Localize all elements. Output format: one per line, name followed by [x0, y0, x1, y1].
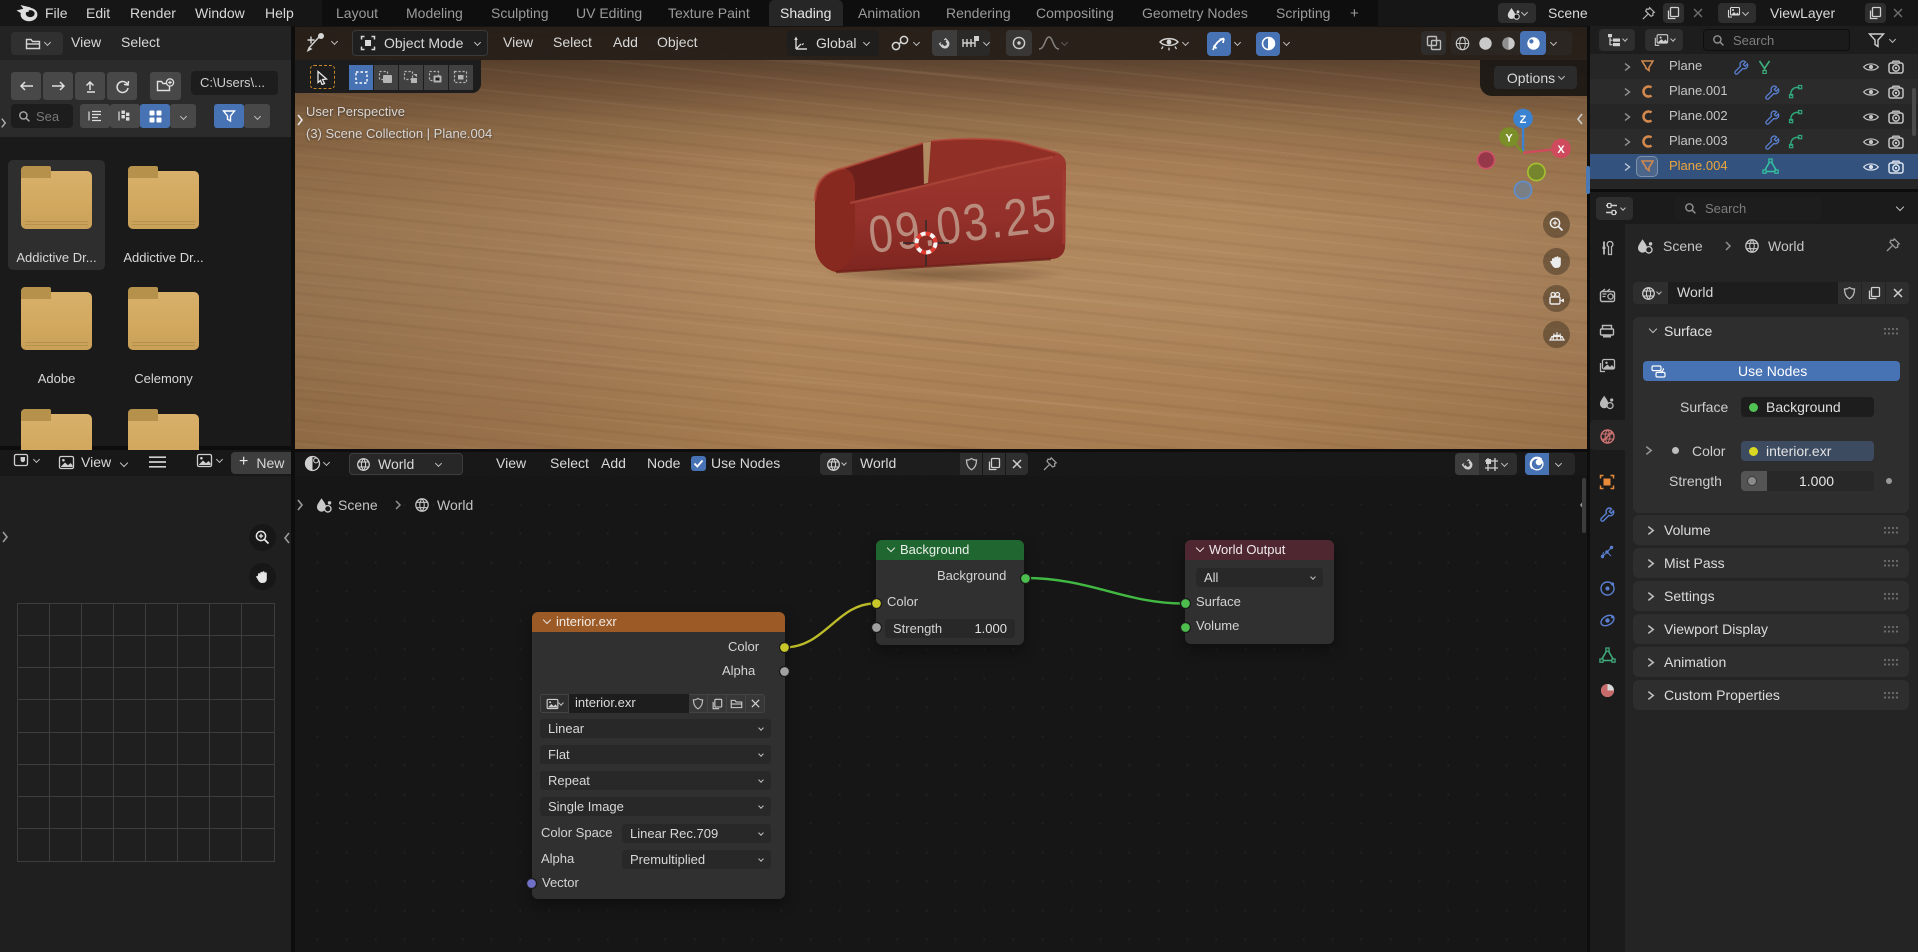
svg-text:X: X: [1557, 144, 1565, 156]
svg-text:Y: Y: [1505, 133, 1513, 145]
svg-text:Z: Z: [1520, 114, 1527, 126]
